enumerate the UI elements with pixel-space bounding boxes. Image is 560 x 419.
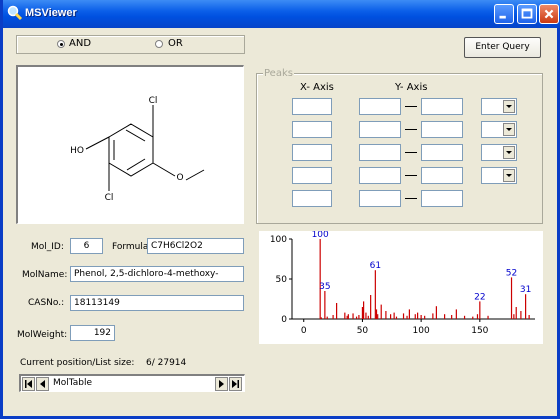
- peaks-legend: Peaks: [263, 68, 294, 79]
- close-button[interactable]: [539, 4, 559, 24]
- peak-y-max-input[interactable]: [421, 144, 463, 161]
- molid-label: Mol_ID:: [31, 242, 64, 252]
- peak-label: 61: [370, 261, 381, 271]
- close-icon: [544, 9, 554, 19]
- range-dash: [405, 129, 417, 130]
- peak-x-input[interactable]: [292, 167, 332, 184]
- or-label: OR: [168, 38, 183, 49]
- molname-label: MolName:: [22, 270, 68, 280]
- atom-chlorine-bottom: Cl: [105, 193, 114, 203]
- first-record-icon: [25, 380, 32, 388]
- range-dash: [405, 106, 417, 107]
- dropdown-arrow-icon: [506, 151, 512, 154]
- peak-label: 100: [312, 231, 329, 240]
- dropdown-arrow-icon: [506, 105, 512, 108]
- or-radio[interactable]: [155, 40, 163, 48]
- main-window: MSViewer AND OR Enter Query Cl O HO Cl P…: [0, 0, 560, 419]
- peak-operator-select[interactable]: [481, 144, 517, 161]
- range-dash: [405, 152, 417, 153]
- previous-record-icon: [40, 380, 45, 388]
- peak-y-min-input[interactable]: [359, 121, 401, 138]
- peak-y-max-input[interactable]: [421, 121, 463, 138]
- peak-y-min-input[interactable]: [359, 98, 401, 115]
- peak-x-input[interactable]: [292, 190, 332, 207]
- last-record-icon: [232, 380, 239, 388]
- table-name: MolTable: [53, 378, 93, 388]
- title-bar[interactable]: MSViewer: [3, 0, 560, 28]
- next-record-button[interactable]: [215, 377, 228, 391]
- peak-y-min-input[interactable]: [359, 167, 401, 184]
- peak-operator-select[interactable]: [481, 121, 517, 138]
- minimize-icon: [499, 15, 506, 19]
- dropdown-arrow-icon: [506, 128, 512, 131]
- casno-label: CASNo.:: [28, 298, 65, 308]
- record-navigator: MolTable: [19, 374, 245, 392]
- casno-field[interactable]: 18113149: [70, 295, 244, 311]
- x-tick-label: 50: [357, 326, 369, 336]
- maximize-button[interactable]: [517, 4, 537, 24]
- window-title: MSViewer: [25, 7, 77, 19]
- peak-label: 22: [474, 292, 485, 302]
- y-tick-label: 0: [281, 315, 287, 325]
- position-value: 6/ 27914: [146, 358, 187, 368]
- x-axis-header: X- Axis: [300, 82, 334, 93]
- y-tick-label: 100: [270, 235, 287, 245]
- molweight-field[interactable]: 192: [70, 325, 115, 341]
- y-tick-label: 50: [276, 275, 288, 285]
- y-axis-header: Y- Axis: [395, 82, 428, 93]
- range-dash: [405, 198, 417, 199]
- structure-panel: Cl O HO Cl: [16, 65, 244, 224]
- and-radio[interactable]: [57, 40, 65, 48]
- next-record-icon: [219, 380, 224, 388]
- peak-operator-select[interactable]: [481, 167, 517, 184]
- mass-spectrum-chart: 0 50 100 0 50 100 150 100 35 61 22 5231: [270, 230, 535, 336]
- atom-hydroxyl: HO: [70, 146, 84, 156]
- enter-query-button[interactable]: Enter Query: [464, 37, 541, 58]
- peak-x-input[interactable]: [292, 98, 332, 115]
- peak-label: 31: [520, 285, 531, 295]
- peak-y-max-input[interactable]: [421, 190, 463, 207]
- last-record-button[interactable]: [229, 377, 242, 391]
- peak-x-input[interactable]: [292, 144, 332, 161]
- molecule-structure: Cl O HO Cl: [70, 96, 205, 203]
- x-tick-label: 0: [301, 326, 307, 336]
- x-tick-label: 100: [413, 326, 430, 336]
- formula-field[interactable]: C7H6Cl2O2: [147, 238, 244, 254]
- peak-y-min-input[interactable]: [359, 144, 401, 161]
- molweight-label: MolWeight:: [17, 330, 68, 340]
- and-label: AND: [69, 38, 92, 49]
- peak-x-input[interactable]: [292, 121, 332, 138]
- logic-group: AND OR: [16, 35, 245, 54]
- molname-field[interactable]: Phenol, 2,5-dichloro-4-methoxy-: [70, 266, 244, 282]
- magnifier-icon: [7, 5, 23, 21]
- peak-y-max-input[interactable]: [421, 98, 463, 115]
- peak-y-min-input[interactable]: [359, 190, 401, 207]
- position-label: Current position/List size:: [20, 358, 135, 368]
- peak-label: 35: [319, 282, 330, 292]
- maximize-icon: [521, 8, 533, 19]
- peak-operator-select[interactable]: [481, 98, 517, 115]
- atom-chlorine-top: Cl: [149, 96, 158, 106]
- x-tick-label: 150: [471, 326, 488, 336]
- previous-record-button[interactable]: [36, 377, 49, 391]
- client-area: AND OR Enter Query Cl O HO Cl Peaks X- A…: [6, 28, 557, 413]
- range-dash: [405, 175, 417, 176]
- dropdown-arrow-icon: [506, 174, 512, 177]
- atom-oxygen: O: [176, 173, 183, 183]
- molid-field[interactable]: 6: [70, 238, 103, 254]
- peaks-group: Peaks X- Axis Y- Axis: [256, 68, 543, 224]
- formula-label: Formula:: [112, 242, 152, 252]
- peak-label: 52: [506, 268, 517, 278]
- peak-y-max-input[interactable]: [421, 167, 463, 184]
- first-record-button[interactable]: [22, 377, 35, 391]
- minimize-button[interactable]: [494, 4, 514, 24]
- spectrum-panel: 0 50 100 0 50 100 150 100 35 61 22 52 31: [259, 230, 543, 344]
